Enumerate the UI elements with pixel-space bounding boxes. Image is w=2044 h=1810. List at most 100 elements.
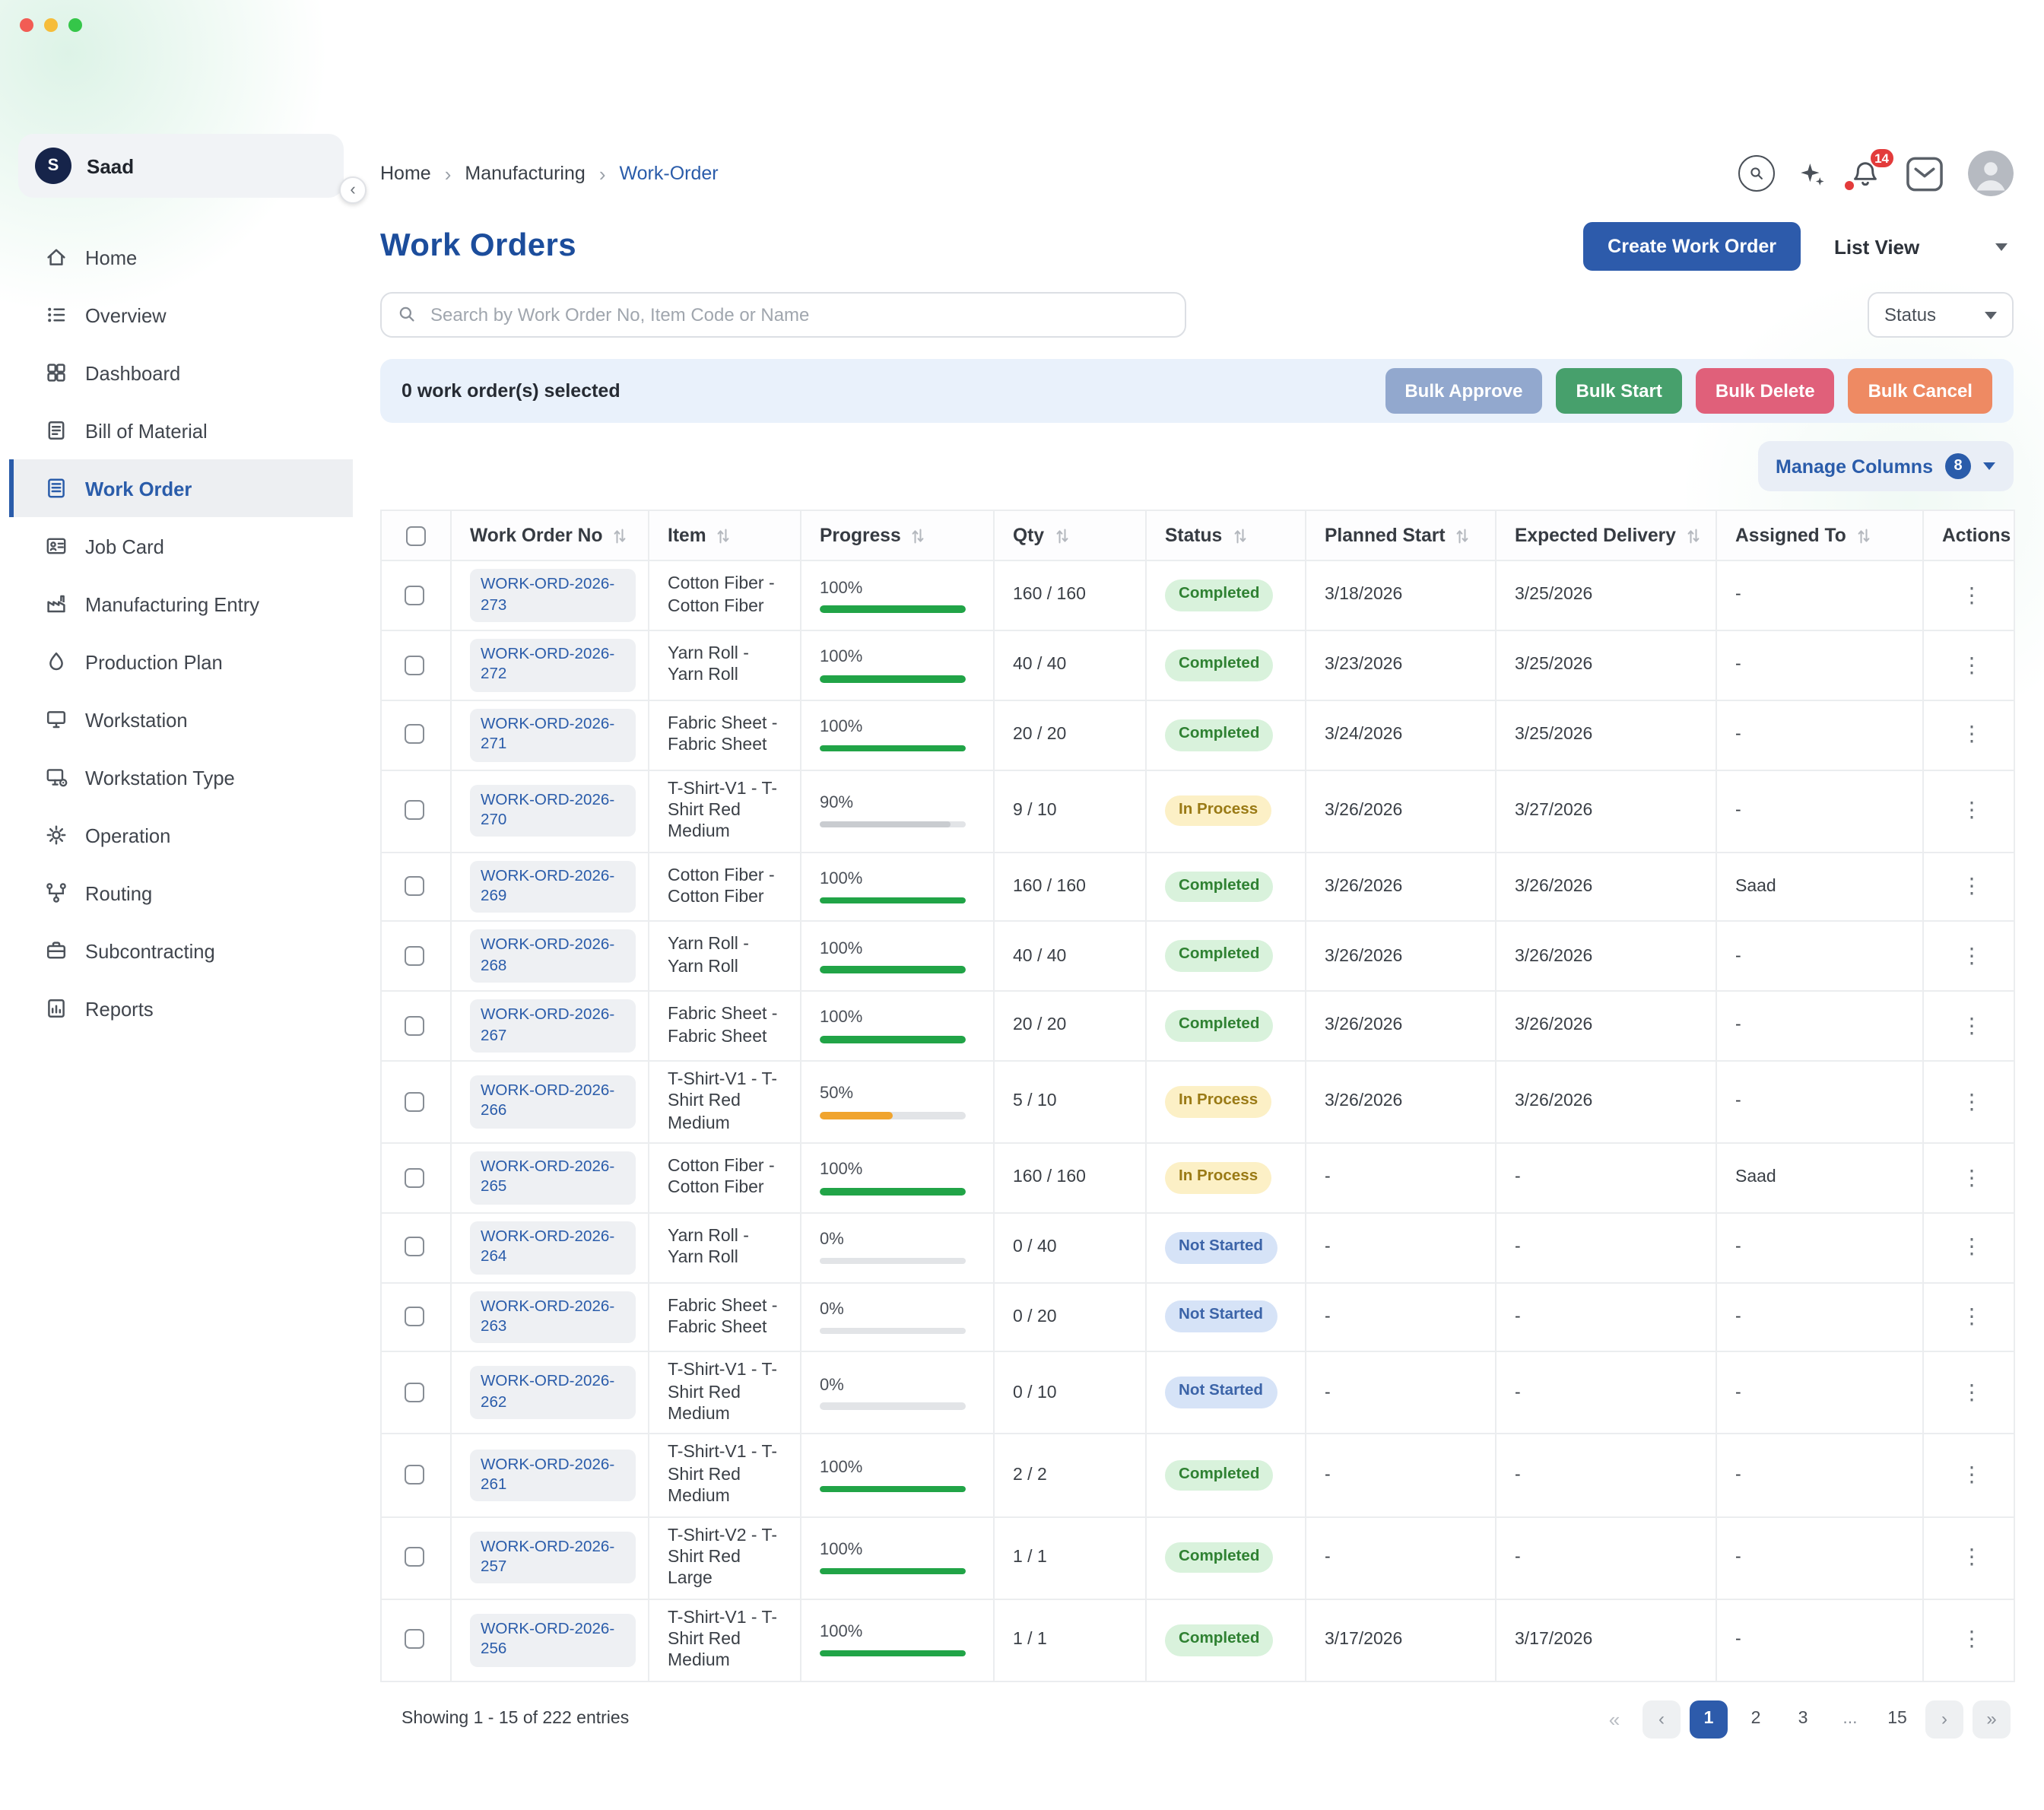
work-order-link[interactable]: WORK-ORD-2026-263 — [470, 1291, 636, 1344]
row-actions-menu-icon[interactable]: ⋮ — [1961, 798, 1982, 822]
column-header[interactable]: Progress — [820, 525, 901, 546]
row-actions-menu-icon[interactable]: ⋮ — [1961, 1627, 1982, 1651]
maximize-window-button[interactable] — [68, 18, 82, 32]
row-actions-menu-icon[interactable]: ⋮ — [1961, 1234, 1982, 1259]
view-mode-select[interactable]: List View — [1834, 235, 2014, 258]
work-order-link[interactable]: WORK-ORD-2026-264 — [470, 1221, 636, 1275]
row-checkbox[interactable] — [405, 801, 424, 821]
mail-icon[interactable] — [1904, 154, 1945, 192]
row-checkbox[interactable] — [405, 1167, 424, 1187]
first-page-button[interactable]: « — [1595, 1700, 1633, 1739]
row-checkbox[interactable] — [405, 1016, 424, 1036]
minimize-window-button[interactable] — [44, 18, 58, 32]
sidebar-item[interactable]: Reports — [9, 980, 353, 1037]
next-page-button[interactable]: › — [1925, 1700, 1963, 1739]
user-badge[interactable]: S Saad — [18, 134, 344, 198]
row-checkbox[interactable] — [405, 1237, 424, 1257]
sidebar-item[interactable]: Workstation — [9, 691, 353, 748]
row-actions-menu-icon[interactable]: ⋮ — [1961, 1545, 1982, 1569]
bulk-action-button[interactable]: Bulk Start — [1557, 368, 1682, 414]
work-order-link[interactable]: WORK-ORD-2026-272 — [470, 639, 636, 692]
row-actions-menu-icon[interactable]: ⋮ — [1961, 1088, 1982, 1113]
work-order-link[interactable]: WORK-ORD-2026-268 — [470, 930, 636, 983]
bulk-action-button[interactable]: Bulk Delete — [1696, 368, 1835, 414]
close-window-button[interactable] — [20, 18, 33, 32]
row-actions-menu-icon[interactable]: ⋮ — [1961, 1462, 1982, 1486]
status-filter-select[interactable]: Status — [1868, 292, 2014, 338]
select-all-checkbox[interactable] — [406, 527, 426, 547]
row-checkbox[interactable] — [405, 655, 424, 675]
work-order-link[interactable]: WORK-ORD-2026-257 — [470, 1531, 636, 1584]
sidebar-item[interactable]: Dashboard — [9, 344, 353, 402]
profile-avatar[interactable] — [1968, 151, 2014, 196]
page-number-button[interactable]: 1 — [1690, 1700, 1728, 1739]
row-actions-menu-icon[interactable]: ⋮ — [1961, 874, 1982, 898]
page-number-button[interactable]: 3 — [1784, 1700, 1822, 1739]
column-header[interactable]: Item — [668, 525, 706, 546]
sidebar-item[interactable]: Work Order — [9, 459, 353, 517]
sidebar-item[interactable]: Home — [9, 228, 353, 286]
sidebar-item[interactable]: Subcontracting — [9, 922, 353, 980]
column-header[interactable]: Qty — [1013, 525, 1044, 546]
row-checkbox[interactable] — [405, 586, 424, 605]
sidebar-item[interactable]: Overview — [9, 286, 353, 344]
work-order-link[interactable]: WORK-ORD-2026-265 — [470, 1151, 636, 1205]
sidebar-item[interactable]: Production Plan — [9, 633, 353, 691]
sidebar-item[interactable]: Operation — [9, 806, 353, 864]
column-header[interactable]: Status — [1165, 525, 1222, 546]
row-actions-menu-icon[interactable]: ⋮ — [1961, 1380, 1982, 1404]
search-input[interactable] — [380, 292, 1186, 338]
sort-icon[interactable] — [1687, 527, 1700, 544]
search-icon[interactable] — [1738, 155, 1775, 192]
row-checkbox[interactable] — [405, 1548, 424, 1567]
notification-bell-icon[interactable]: 14 — [1849, 157, 1881, 189]
sidebar-item[interactable]: Bill of Material — [9, 402, 353, 459]
row-actions-menu-icon[interactable]: ⋮ — [1961, 943, 1982, 967]
previous-page-button[interactable]: ‹ — [1642, 1700, 1681, 1739]
create-work-order-button[interactable]: Create Work Order — [1583, 222, 1801, 271]
bulk-action-button[interactable]: Bulk Cancel — [1849, 368, 1992, 414]
sort-icon[interactable] — [613, 527, 627, 544]
column-header[interactable]: Assigned To — [1735, 525, 1846, 546]
row-checkbox[interactable] — [405, 1383, 424, 1402]
sidebar-item[interactable]: Routing — [9, 864, 353, 922]
row-actions-menu-icon[interactable]: ⋮ — [1961, 652, 1982, 676]
work-order-link[interactable]: WORK-ORD-2026-262 — [470, 1367, 636, 1420]
sort-icon[interactable] — [1456, 527, 1470, 544]
row-checkbox[interactable] — [405, 725, 424, 745]
breadcrumb-manufacturing[interactable]: Manufacturing — [465, 163, 585, 184]
manage-columns-button[interactable]: Manage Columns 8 — [1757, 441, 2014, 491]
work-order-link[interactable]: WORK-ORD-2026-271 — [470, 709, 636, 762]
work-order-link[interactable]: WORK-ORD-2026-261 — [470, 1449, 636, 1502]
sort-icon[interactable] — [912, 527, 925, 544]
work-order-link[interactable]: WORK-ORD-2026-256 — [470, 1614, 636, 1667]
sidebar-item[interactable]: Workstation Type — [9, 748, 353, 806]
column-header[interactable]: Actions — [1942, 525, 2011, 546]
sort-icon[interactable] — [1055, 527, 1068, 544]
row-actions-menu-icon[interactable]: ⋮ — [1961, 1304, 1982, 1328]
work-order-link[interactable]: WORK-ORD-2026-266 — [470, 1075, 636, 1129]
sidebar-item[interactable]: Job Card — [9, 517, 353, 575]
row-checkbox[interactable] — [405, 1630, 424, 1650]
breadcrumb-home[interactable]: Home — [380, 163, 431, 184]
row-actions-menu-icon[interactable]: ⋮ — [1961, 583, 1982, 607]
sort-icon[interactable] — [717, 527, 731, 544]
work-order-link[interactable]: WORK-ORD-2026-269 — [470, 860, 636, 913]
work-order-link[interactable]: WORK-ORD-2026-273 — [470, 570, 636, 623]
sidebar-item[interactable]: Manufacturing Entry — [9, 575, 353, 633]
bulk-action-button[interactable]: Bulk Approve — [1385, 368, 1542, 414]
page-number-button[interactable]: 2 — [1737, 1700, 1775, 1739]
row-checkbox[interactable] — [405, 1465, 424, 1485]
page-number-button[interactable]: 15 — [1878, 1700, 1916, 1739]
sidebar-collapse-button[interactable]: ‹ — [339, 176, 367, 204]
row-actions-menu-icon[interactable]: ⋮ — [1961, 1013, 1982, 1037]
column-header[interactable]: Planned Start — [1325, 525, 1446, 546]
column-header[interactable]: Expected Delivery — [1515, 525, 1676, 546]
work-order-link[interactable]: WORK-ORD-2026-270 — [470, 784, 636, 837]
row-checkbox[interactable] — [405, 1091, 424, 1111]
row-checkbox[interactable] — [405, 1307, 424, 1326]
row-actions-menu-icon[interactable]: ⋮ — [1961, 1164, 1982, 1189]
row-actions-menu-icon[interactable]: ⋮ — [1961, 722, 1982, 746]
work-order-link[interactable]: WORK-ORD-2026-267 — [470, 999, 636, 1053]
row-checkbox[interactable] — [405, 946, 424, 966]
